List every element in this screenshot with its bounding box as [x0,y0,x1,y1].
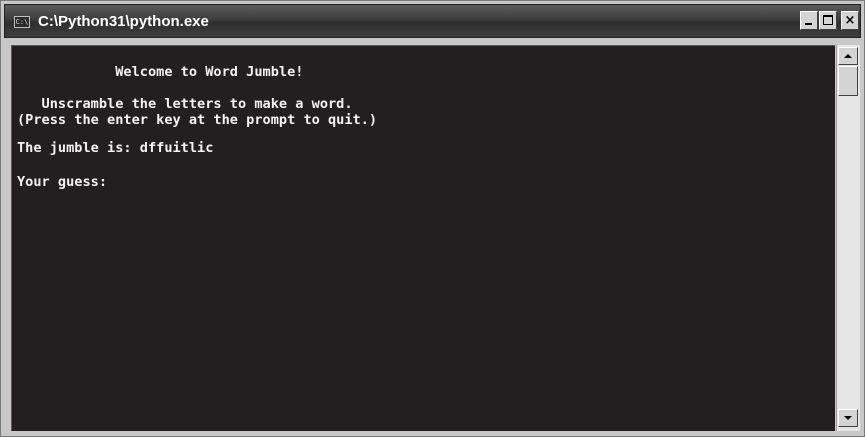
minimize-button[interactable] [800,11,818,30]
console-app-icon[interactable]: C:\ [14,16,30,28]
maximize-icon [823,15,833,25]
scroll-down-button[interactable] [838,409,858,427]
console-line-quit-hint: (Press the enter key at the prompt to qu… [17,112,378,128]
console-line-welcome: Welcome to Word Jumble! [17,64,304,80]
minimize-icon [805,23,812,25]
console-line-guess-prompt: Your guess: [17,174,108,190]
title-bar[interactable]: C:\ C:\Python31\python.exe × [4,4,861,38]
close-icon: × [844,13,856,28]
vertical-scrollbar[interactable] [836,45,860,431]
arrow-down-icon [844,416,852,420]
console-line-instructions: Unscramble the letters to make a word. [17,96,353,112]
scroll-up-button[interactable] [838,47,858,65]
window-title: C:\Python31\python.exe [38,13,209,30]
scroll-thumb[interactable] [838,66,858,96]
console-line-jumble: The jumble is: dffuitlic [17,140,214,156]
arrow-up-icon [844,54,852,58]
close-button[interactable]: × [841,11,859,30]
maximize-button[interactable] [819,11,837,30]
console-window: C:\ C:\Python31\python.exe × Welcome to … [0,0,865,437]
console-output[interactable]: Welcome to Word Jumble! Unscramble the l… [11,45,835,431]
